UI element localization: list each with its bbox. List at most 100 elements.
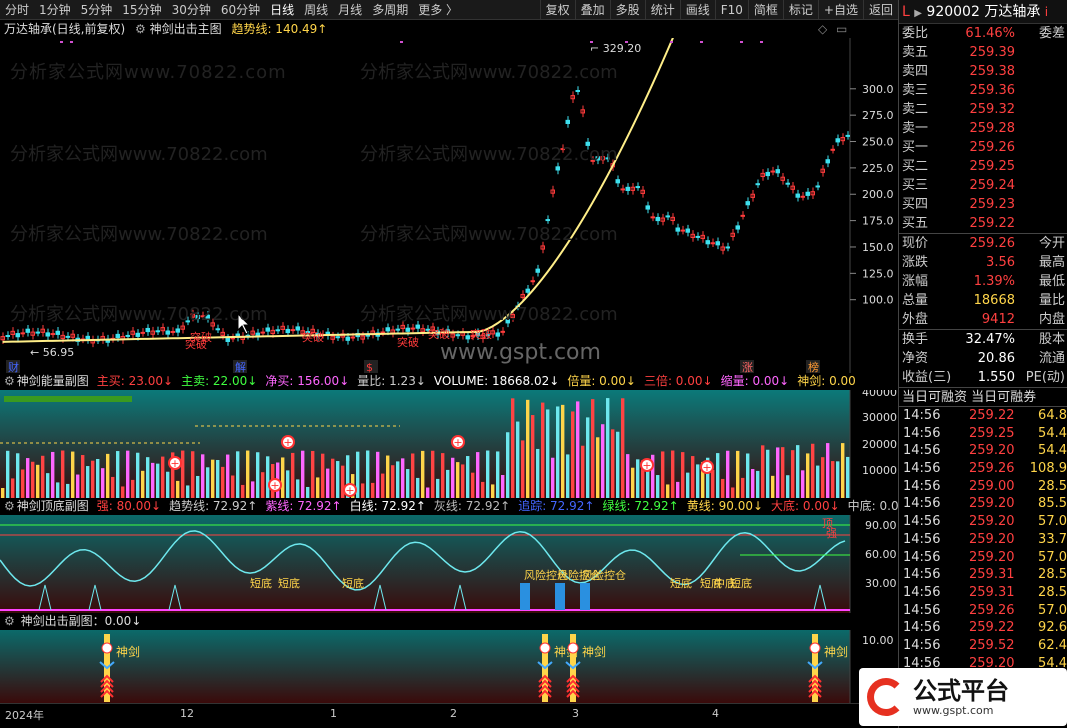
candle <box>5 335 10 338</box>
candle <box>365 334 370 337</box>
period-tab[interactable]: 分时 <box>0 0 34 20</box>
quote-row: 涨跌 3.56 最高 <box>899 253 1067 272</box>
settings-icon[interactable]: ⚙ <box>4 499 15 513</box>
quote-value: 259.26 <box>969 236 1016 251</box>
tick-cell: 259.20 <box>969 496 1015 512</box>
y-tick-label: 10000 <box>862 464 897 477</box>
volume-panel[interactable]: 40000 30000 20000 10000 + + + + + + + <box>0 390 898 498</box>
watermark: 分析家公式网www.70822.com <box>360 62 618 83</box>
main-candle-chart[interactable]: 300.0 275.0 250.0 225.0 200.0 175.0 150.0 125.0… <box>0 38 898 373</box>
volume-bar <box>301 450 305 498</box>
quote-value: 259.36 <box>969 83 1016 98</box>
tool-button[interactable]: 画线 <box>679 0 715 20</box>
period-tab[interactable]: 月线 <box>333 0 367 20</box>
volume-bar <box>821 457 825 498</box>
topbottom-panel-title: ⚙ 神剑顶底副图 强: 80.00↓ 趋势线: 72.92↑ 紫线: 72.92↑ 白线:… <box>0 498 898 515</box>
volume-panel-title: ⚙ 神剑能量副图 主买: 23.00↓ 主卖: 22.00↓ 净买: 156.00↓ 量比… <box>0 373 898 390</box>
volume-bar <box>146 457 150 498</box>
tick-cell: 259.52 <box>969 637 1015 653</box>
candle <box>575 90 580 93</box>
indicator-value: 净买: 156.00↓ <box>265 374 350 388</box>
indicator-name[interactable]: 神剑出击主图 <box>150 22 222 36</box>
volume-bar <box>231 475 235 498</box>
candle <box>835 138 840 143</box>
tick-cell: 259.31 <box>969 567 1015 583</box>
candle <box>500 330 505 333</box>
expand-icon[interactable]: ▭ <box>836 20 847 38</box>
y-tick-label: 225.0 <box>862 162 894 175</box>
volume-bar <box>116 451 120 498</box>
candle <box>225 337 230 342</box>
quote-key: 买五 <box>902 216 929 231</box>
signal-label: 短底 <box>670 576 692 590</box>
tick-cell: 108.9 <box>1029 461 1067 477</box>
tool-button[interactable]: F10 <box>714 0 748 20</box>
volume-bar <box>206 467 210 498</box>
attack-panel[interactable]: 10.00 神剑 神剑 神剑 神剑 <box>0 630 898 703</box>
volume-bar <box>571 411 575 498</box>
tick-row: 14:56 259.31 28.5 <box>899 584 1067 602</box>
arrow-icon[interactable]: ▶ <box>914 8 922 19</box>
tool-button[interactable]: 简框 <box>747 0 783 20</box>
settings-icon[interactable]: ⚙ <box>4 374 15 388</box>
quote-key: 卖一 <box>902 121 929 136</box>
tick-cell: 14:56 <box>903 496 941 512</box>
tool-button[interactable]: 多股 <box>609 0 645 20</box>
volume-bar <box>316 477 320 498</box>
period-tab[interactable]: 1分钟 <box>34 0 76 20</box>
period-tab[interactable]: 15分钟 <box>117 0 166 20</box>
volume-bar <box>186 485 190 498</box>
tool-button[interactable]: 复权 <box>539 0 575 20</box>
breakout-tag: 突破 <box>470 327 492 341</box>
candle <box>115 333 120 339</box>
candle <box>290 329 295 332</box>
tool-button[interactable]: 标记 <box>782 0 818 20</box>
period-tab[interactable]: 60分钟 <box>216 0 265 20</box>
signal-dot <box>700 41 703 43</box>
topbottom-panel[interactable]: 90.00 60.00 30.00 短底 短底 短底 风险控仓 风险控仓 风险控仓 短底 短底 中底短… <box>0 515 898 613</box>
volume-bar <box>561 404 565 498</box>
tick-header-margin[interactable]: 当日可融资 <box>902 390 967 405</box>
quote-key: 卖二 <box>902 102 929 117</box>
quote-row: 买一 259.26 <box>899 138 1067 157</box>
diamond-icon[interactable]: ◇ <box>818 20 827 38</box>
volume-bar <box>406 469 410 498</box>
settings-icon[interactable]: ⚙ <box>135 22 146 36</box>
indicator-value: 黄线: 90.00↓ <box>686 499 764 513</box>
info-icon[interactable]: i <box>1045 5 1048 19</box>
signal-dot <box>809 642 821 654</box>
candle <box>140 331 145 334</box>
period-tab[interactable]: 5分钟 <box>76 0 118 20</box>
period-tab[interactable]: 多周期 <box>367 0 413 20</box>
candle <box>535 268 540 273</box>
volume-bar <box>281 457 285 498</box>
candle <box>655 216 660 222</box>
period-tab[interactable]: 更多 〉 <box>413 0 463 20</box>
candle <box>215 328 220 331</box>
tool-button[interactable]: 叠加 <box>574 0 610 20</box>
quote-panel: L ▶ 920002 万达轴承 i 委比 61.46% 委差 卖五 259.39 卖四 25… <box>859 0 1067 728</box>
quote-extra <box>1017 100 1067 119</box>
volume-bar <box>611 429 615 498</box>
tool-button[interactable]: 返回 <box>862 0 898 20</box>
volume-bar <box>441 453 445 498</box>
quote-extra <box>1017 81 1067 100</box>
tick-cell: 57.0 <box>1038 514 1067 530</box>
candle <box>350 336 355 339</box>
settings-icon[interactable]: ⚙ <box>4 614 15 628</box>
period-tab[interactable]: 周线 <box>299 0 333 20</box>
tick-header-short[interactable]: 当日可融券 <box>971 390 1036 405</box>
attack-panel-svg: 10.00神剑 神剑 神剑 神剑 <box>0 630 894 703</box>
tool-button[interactable]: +自选 <box>817 0 863 20</box>
tool-button[interactable]: 统计 <box>644 0 680 20</box>
candle <box>715 241 720 246</box>
quote-row: 卖三 259.36 <box>899 81 1067 100</box>
quote-key: 涨幅 <box>902 274 929 289</box>
tick-list: 14:56 259.22 64.8 14:56 259.25 54.4 14:56 259.2… <box>899 406 1067 672</box>
volume-bar <box>26 458 30 498</box>
quote-row: 卖五 259.39 <box>899 43 1067 62</box>
volume-bar <box>161 456 165 498</box>
period-tab[interactable]: 日线 <box>265 0 299 20</box>
period-tab[interactable]: 30分钟 <box>167 0 216 20</box>
volume-bar <box>636 459 640 498</box>
